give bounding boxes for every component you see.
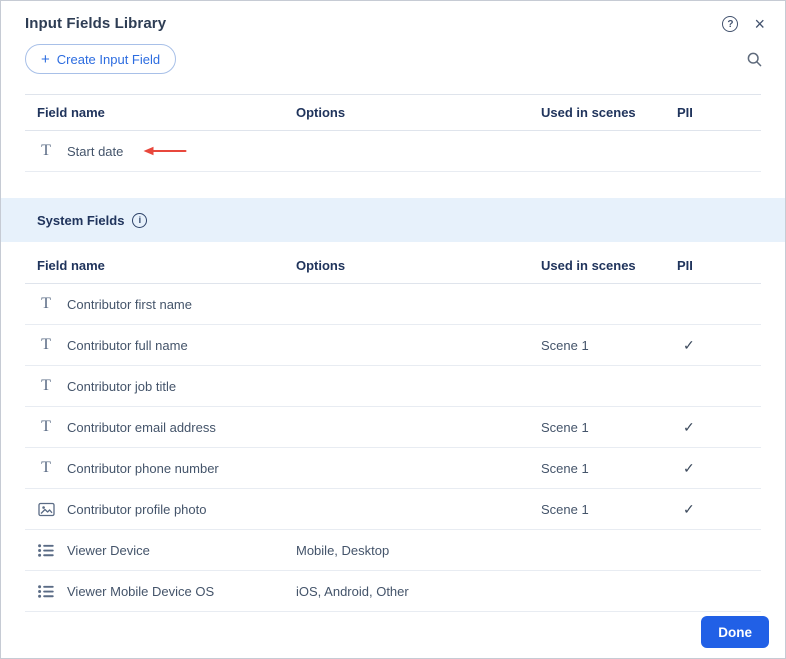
column-header-used-in-scenes: Used in scenes [541, 258, 636, 273]
custom-fields-rows: T Start date [25, 131, 761, 172]
text-field-icon: T [41, 418, 51, 435]
text-field-icon: T [41, 336, 51, 353]
field-name-label: Contributor full name [67, 337, 188, 353]
table-row[interactable]: Viewer Mobile Device OS iOS, Android, Oth… [25, 571, 761, 612]
system-fields-label: System Fields [37, 212, 125, 228]
field-name-cell: T Contributor first name [37, 295, 296, 313]
system-fields-rows: T Contributor first name T Contributor full… [25, 284, 761, 612]
field-name-cell: T Contributor phone number [37, 459, 296, 477]
search-icon[interactable] [746, 51, 763, 68]
column-header-options: Options [296, 258, 346, 273]
field-name-label: Contributor profile photo [67, 501, 207, 517]
options-cell: iOS, Android, Other [296, 583, 409, 599]
input-fields-library-modal: Input Fields Library ? × + Create Input … [0, 0, 786, 659]
pii-cell: ✓ [677, 501, 761, 518]
table-row[interactable]: T Contributor full name Scene 1 ✓ [25, 325, 761, 366]
pii-cell: ✓ [677, 337, 761, 354]
header-icons: ? × [722, 15, 765, 33]
toolbar: + Create Input Field [1, 44, 785, 74]
table-row[interactable]: Contributor profile photo Scene 1 ✓ [25, 489, 761, 530]
text-field-icon: T [41, 142, 51, 159]
field-name-label: Contributor first name [67, 296, 192, 312]
column-header-field-name: Field name [37, 258, 105, 273]
field-name-cell: Viewer Mobile Device OS [37, 584, 296, 599]
field-name-cell: T Contributor full name [37, 336, 296, 354]
modal-title: Input Fields Library [25, 15, 167, 32]
table-header: Field name Options Used in scenes PII [25, 248, 761, 284]
field-name-label: Contributor email address [67, 419, 216, 435]
table-row[interactable]: Viewer Device Mobile, Desktop [25, 530, 761, 571]
plus-icon: + [41, 50, 50, 68]
info-icon[interactable]: i [132, 212, 148, 228]
field-name-label: Viewer Device [67, 542, 150, 558]
column-header-pii: PII [677, 105, 693, 120]
modal-footer: Done [701, 616, 769, 648]
list-field-icon [37, 584, 55, 598]
used-in-scenes-cell: Scene 1 [541, 501, 589, 517]
used-in-scenes-cell: Scene 1 [541, 419, 589, 435]
column-header-pii: PII [677, 258, 693, 273]
list-field-icon [37, 543, 55, 557]
modal-header: Input Fields Library ? × [1, 1, 785, 33]
table-row[interactable]: T Contributor email address Scene 1 ✓ [25, 407, 761, 448]
text-field-icon: T [41, 295, 51, 312]
done-button[interactable]: Done [701, 616, 769, 648]
field-name-label: Start date [67, 143, 124, 159]
field-name-label: Contributor phone number [67, 460, 219, 476]
help-icon[interactable]: ? [722, 16, 739, 32]
table-row[interactable]: T Contributor phone number Scene 1 ✓ [25, 448, 761, 489]
field-name-label: Contributor job title [67, 378, 177, 394]
field-name-cell: T Contributor email address [37, 418, 296, 436]
table-header: Field name Options Used in scenes PII [25, 94, 761, 131]
pii-checkmark-icon: ✓ [683, 459, 695, 476]
used-in-scenes-cell: Scene 1 [541, 460, 589, 476]
table-row[interactable]: T Contributor first name [25, 284, 761, 325]
pii-cell: ✓ [677, 460, 761, 477]
create-input-field-button[interactable]: + Create Input Field [25, 44, 177, 74]
options-cell: Mobile, Desktop [296, 542, 390, 558]
custom-fields-table: Field name Options Used in scenes PII T Star… [25, 94, 761, 172]
pii-cell: ✓ [677, 419, 761, 436]
system-fields-table: Field name Options Used in scenes PII T Cont… [25, 248, 761, 612]
used-in-scenes-cell: Scene 1 [541, 337, 589, 353]
pii-checkmark-icon: ✓ [683, 336, 695, 353]
column-header-options: Options [296, 105, 346, 120]
field-name-label: Viewer Mobile Device OS [67, 583, 215, 599]
column-header-field-name: Field name [37, 105, 105, 120]
field-name-cell: T Start date [37, 142, 296, 160]
create-input-field-label: Create Input Field [56, 51, 161, 67]
system-fields-section-header: System Fields i [1, 198, 785, 242]
pii-checkmark-icon: ✓ [683, 500, 695, 517]
column-header-used-in-scenes: Used in scenes [541, 105, 636, 120]
table-row[interactable]: T Contributor job title [25, 366, 761, 407]
field-name-cell: Viewer Device [37, 543, 296, 558]
field-name-cell: T Contributor job title [37, 377, 296, 395]
photo-field-icon [37, 502, 55, 517]
field-name-cell: Contributor profile photo [37, 502, 296, 517]
pii-checkmark-icon: ✓ [683, 418, 695, 435]
table-row[interactable]: T Start date [25, 131, 761, 172]
text-field-icon: T [41, 377, 51, 394]
close-icon[interactable]: × [754, 15, 765, 33]
text-field-icon: T [41, 459, 51, 476]
red-arrow-annotation [143, 146, 187, 156]
